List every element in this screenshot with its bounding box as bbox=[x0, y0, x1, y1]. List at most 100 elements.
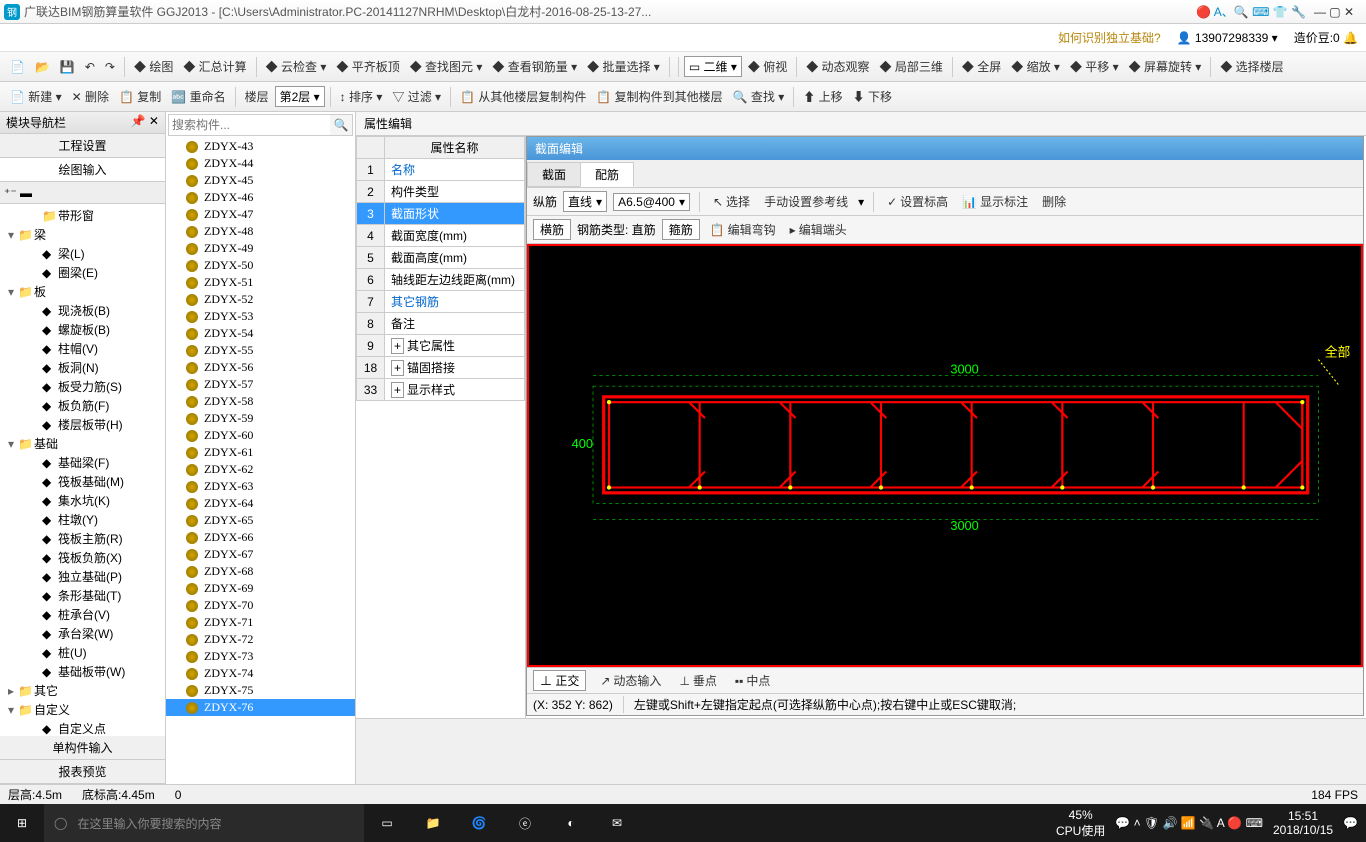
btn-mid[interactable]: ▪▪ 中点 bbox=[731, 670, 775, 691]
tb-缩放[interactable]: ◆ 缩放 ▾ bbox=[1007, 56, 1064, 77]
tree-item[interactable]: ◆自定义点 bbox=[2, 719, 163, 736]
tb2-复制[interactable]: 📋 复制 bbox=[115, 86, 165, 107]
app2-icon[interactable]: ◐ bbox=[548, 804, 594, 842]
list-item[interactable]: ZDYX-45 bbox=[166, 172, 355, 189]
tree-item[interactable]: ◆板洞(N) bbox=[2, 358, 163, 377]
list-item[interactable]: ZDYX-69 bbox=[166, 580, 355, 597]
list-item[interactable]: ZDYX-52 bbox=[166, 291, 355, 308]
tb-平齐板顶[interactable]: ◆ 平齐板顶 bbox=[332, 56, 403, 77]
list-item[interactable]: ZDYX-56 bbox=[166, 359, 355, 376]
list-item[interactable]: ZDYX-74 bbox=[166, 665, 355, 682]
tb-选择楼层[interactable]: ◆ 选择楼层 bbox=[1216, 56, 1287, 77]
tree-item[interactable]: ◆楼层板带(H) bbox=[2, 415, 163, 434]
tb2-上移[interactable]: ⬆ 上移 bbox=[799, 86, 846, 107]
list-item[interactable]: ZDYX-50 bbox=[166, 257, 355, 274]
list-item[interactable]: ZDYX-44 bbox=[166, 155, 355, 172]
draw-snap-bar[interactable]: ⊥ 正交 ↗ 动态输入 ⊥ 垂点 ▪▪ 中点 bbox=[527, 667, 1363, 693]
list-item[interactable]: ZDYX-64 bbox=[166, 495, 355, 512]
list-item[interactable]: ZDYX-55 bbox=[166, 342, 355, 359]
tree-item[interactable]: ◆筏板负筋(X) bbox=[2, 548, 163, 567]
tb-俯视[interactable]: ◆ 俯视 bbox=[744, 56, 791, 77]
tree-item[interactable]: ◆基础板带(W) bbox=[2, 662, 163, 681]
tb2-复制构件到其他楼层[interactable]: 📋 复制构件到其他楼层 bbox=[592, 86, 726, 107]
tab-rebar[interactable]: 配筋 bbox=[580, 162, 634, 187]
list-item[interactable]: ZDYX-54 bbox=[166, 325, 355, 342]
tb-批量选择[interactable]: ◆ 批量选择 ▾ bbox=[583, 56, 664, 77]
tab-report[interactable]: 报表预览 bbox=[0, 760, 165, 784]
list-item[interactable]: ZDYX-51 bbox=[166, 274, 355, 291]
tree-item[interactable]: ◆桩(U) bbox=[2, 643, 163, 662]
tree-item[interactable]: ▸📁其它 bbox=[2, 681, 163, 700]
tb2-过滤[interactable]: ▽ 过滤 ▾ bbox=[388, 86, 445, 107]
tree-item[interactable]: ◆筏板主筋(R) bbox=[2, 529, 163, 548]
tb-屏幕旋转[interactable]: ◆ 屏幕旋转 ▾ bbox=[1125, 56, 1206, 77]
btn-end[interactable]: ▸ 编辑端头 bbox=[786, 219, 851, 240]
btn-hook[interactable]: 📋 编辑弯钩 bbox=[706, 219, 780, 240]
tree-item[interactable]: ▾📁基础 bbox=[2, 434, 163, 453]
list-item[interactable]: ZDYX-57 bbox=[166, 376, 355, 393]
btn-select[interactable]: ↖ 选择 bbox=[709, 191, 754, 212]
tb-局部三维[interactable]: ◆ 局部三维 bbox=[876, 56, 947, 77]
tree-item[interactable]: ◆螺旋板(B) bbox=[2, 320, 163, 339]
list-item[interactable]: ZDYX-58 bbox=[166, 393, 355, 410]
tree-item[interactable]: 📁带形窗 bbox=[2, 206, 163, 225]
tb2-下移[interactable]: ⬇ 下移 bbox=[849, 86, 896, 107]
tree-item[interactable]: ◆集水坑(K) bbox=[2, 491, 163, 510]
search-box[interactable]: 🔍 bbox=[168, 114, 353, 136]
tb-绘图[interactable]: ◆ 绘图 bbox=[130, 56, 177, 77]
list-item[interactable]: ZDYX-59 bbox=[166, 410, 355, 427]
btn-dyn[interactable]: ↗ 动态输入 bbox=[596, 670, 665, 691]
help-link[interactable]: 如何识别独立基础? bbox=[1058, 29, 1161, 46]
tree-item[interactable]: ◆桩承台(V) bbox=[2, 605, 163, 624]
tb2-查找[interactable]: 🔍 查找 ▾ bbox=[729, 86, 789, 107]
start-button[interactable]: ⊞ bbox=[0, 804, 44, 842]
list-item[interactable]: ZDYX-73 bbox=[166, 648, 355, 665]
list-item[interactable]: ZDYX-62 bbox=[166, 461, 355, 478]
search-input[interactable] bbox=[169, 115, 330, 135]
tb-全屏[interactable]: ◆ 全屏 bbox=[958, 56, 1005, 77]
tb-平移[interactable]: ◆ 平移 ▾ bbox=[1066, 56, 1123, 77]
tb2-排序[interactable]: ↕ 排序 ▾ bbox=[336, 86, 387, 107]
list-item[interactable]: ZDYX-43 bbox=[166, 138, 355, 155]
mini-tabs[interactable]: ⁺⁻ ▬ bbox=[0, 182, 165, 204]
tb2-重命名[interactable]: 🔤 重命名 bbox=[167, 86, 229, 107]
list-item[interactable]: ZDYX-46 bbox=[166, 189, 355, 206]
tree-item[interactable]: ◆条形基础(T) bbox=[2, 586, 163, 605]
tree-item[interactable]: ◆承台梁(W) bbox=[2, 624, 163, 643]
list-item[interactable]: ZDYX-47 bbox=[166, 206, 355, 223]
list-item[interactable]: ZDYX-70 bbox=[166, 597, 355, 614]
section-toolbar1[interactable]: 纵筋 直线 ▾ A6.5@400 ▾ ↖ 选择 手动设置参考线 ▾ ✓ 设置标高… bbox=[527, 188, 1363, 216]
btn-refline[interactable]: 手动设置参考线 bbox=[760, 191, 852, 212]
section-toolbar2[interactable]: 横筋 钢筋类型: 直筋 箍筋 📋 编辑弯钩 ▸ 编辑端头 bbox=[527, 216, 1363, 244]
list-item[interactable]: ZDYX-63 bbox=[166, 478, 355, 495]
tree-item[interactable]: ◆板负筋(F) bbox=[2, 396, 163, 415]
btn-delete[interactable]: 删除 bbox=[1038, 191, 1070, 212]
list-item[interactable]: ZDYX-71 bbox=[166, 614, 355, 631]
tree-item[interactable]: ◆筏板基础(M) bbox=[2, 472, 163, 491]
tree-item[interactable]: ▾📁板 bbox=[2, 282, 163, 301]
tb2-删除[interactable]: ✕ 删除 bbox=[68, 86, 113, 107]
list-item[interactable]: ZDYX-61 bbox=[166, 444, 355, 461]
tree-item[interactable]: ◆柱墩(Y) bbox=[2, 510, 163, 529]
task-view-icon[interactable]: ▭ bbox=[364, 804, 410, 842]
drawing-canvas[interactable]: 3000 3000 400 全部 bbox=[527, 244, 1363, 667]
tb-查看钢筋量[interactable]: ◆ 查看钢筋量 ▾ bbox=[488, 56, 581, 77]
list-item[interactable]: ZDYX-60 bbox=[166, 427, 355, 444]
item-list[interactable]: ZDYX-43ZDYX-44ZDYX-45ZDYX-46ZDYX-47ZDYX-… bbox=[166, 138, 355, 784]
window-controls[interactable]: — ▢ ✕ bbox=[1306, 5, 1362, 19]
tree-item[interactable]: ◆基础梁(F) bbox=[2, 453, 163, 472]
tab-draw[interactable]: 绘图输入 bbox=[0, 158, 165, 182]
tree-item[interactable]: ◆梁(L) bbox=[2, 244, 163, 263]
tree-item[interactable]: ▾📁自定义 bbox=[2, 700, 163, 719]
tb2-楼层[interactable]: 楼层 bbox=[241, 86, 273, 107]
tree-item[interactable]: ◆柱帽(V) bbox=[2, 339, 163, 358]
section-tabs[interactable]: 截面 配筋 bbox=[527, 160, 1363, 188]
list-item[interactable]: ZDYX-48 bbox=[166, 223, 355, 240]
list-item[interactable]: ZDYX-67 bbox=[166, 546, 355, 563]
prop-table[interactable]: 属性名称 1名称2构件类型3截面形状4截面宽度(mm)5截面高度(mm)6轴线距… bbox=[356, 136, 526, 718]
btn-gj[interactable]: 箍筋 bbox=[662, 219, 700, 240]
spec-combo[interactable]: A6.5@400 ▾ bbox=[613, 193, 690, 211]
edge-icon[interactable]: ⓔ bbox=[502, 804, 548, 842]
tb-汇总计算[interactable]: ◆ 汇总计算 bbox=[179, 56, 250, 77]
tb2-从其他楼层复制构件[interactable]: 📋 从其他楼层复制构件 bbox=[456, 86, 590, 107]
